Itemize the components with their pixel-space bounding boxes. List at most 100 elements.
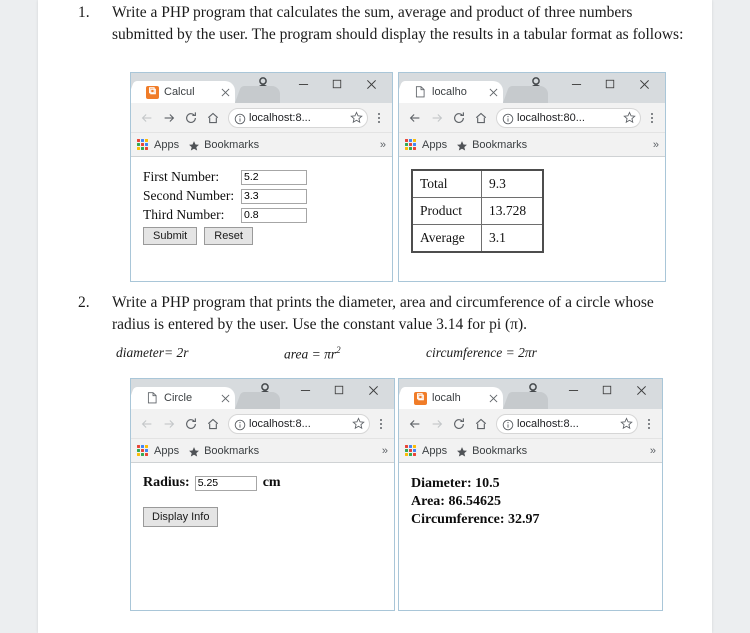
back-arrow-icon[interactable] [136, 107, 158, 129]
star-icon[interactable] [350, 111, 363, 124]
product-value: 13.728 [481, 197, 544, 225]
document-icon [414, 86, 427, 99]
three-dot-menu-icon[interactable] [373, 418, 389, 429]
three-dot-menu-icon[interactable] [644, 112, 660, 123]
new-tab-button[interactable] [244, 392, 280, 409]
tab-strip: localho [399, 80, 665, 103]
new-tab-button[interactable] [512, 392, 548, 409]
star-icon[interactable] [623, 111, 636, 124]
bookmark-apps-label[interactable]: Apps [422, 445, 447, 457]
radius-input[interactable] [194, 475, 257, 491]
three-dot-menu-icon[interactable] [371, 112, 387, 123]
forward-arrow-icon[interactable] [158, 107, 180, 129]
reload-icon[interactable] [448, 413, 470, 435]
second-number-input[interactable] [241, 188, 307, 204]
browser-toolbar: localhost:80... [399, 103, 665, 133]
apps-grid-icon[interactable] [137, 138, 149, 151]
bookmarks-label[interactable]: Bookmarks [204, 445, 259, 457]
bookmarks-overflow-icon[interactable]: » [650, 445, 656, 457]
tab-close-icon[interactable] [219, 392, 231, 404]
tab-circle[interactable]: Circle [137, 387, 235, 409]
table-row: Product 13.728 [411, 197, 544, 225]
forward-arrow-icon[interactable] [426, 107, 448, 129]
results-table: Total 9.3 Product 13.728 Average 3.1 [411, 169, 544, 253]
address-bar[interactable]: localhost:80... [496, 107, 641, 128]
bookmark-star-icon [188, 445, 200, 457]
info-circle-icon[interactable] [234, 418, 246, 430]
star-icon[interactable] [352, 417, 365, 430]
display-info-button[interactable]: Display Info [143, 507, 219, 528]
area-formula: area = πr2 [284, 345, 341, 363]
browser-toolbar: localhost:8... [399, 409, 662, 439]
tab-close-icon[interactable] [219, 86, 231, 98]
back-arrow-icon[interactable] [136, 413, 158, 435]
tab-strip: Circle [131, 386, 394, 409]
bookmark-apps-label[interactable]: Apps [154, 139, 179, 151]
radius-label: Radius: [143, 475, 190, 490]
average-value: 3.1 [481, 224, 544, 253]
browser-window-circle-form: Circle localhost:8... Apps Bookmarks » R… [130, 378, 395, 611]
bookmark-apps-label[interactable]: Apps [154, 445, 179, 457]
apps-grid-icon[interactable] [405, 444, 417, 457]
address-bar[interactable]: localhost:8... [228, 107, 368, 128]
average-label: Average [411, 224, 482, 253]
back-arrow-icon[interactable] [404, 107, 426, 129]
browser-window-results-table: localho localhost:80... Apps Bookmarks »… [398, 72, 666, 282]
info-circle-icon[interactable] [502, 112, 514, 124]
page-viewport: Diameter: 10.5 Area: 86.54625 Circumfere… [399, 463, 662, 610]
circumference-result: Circumference: 32.97 [411, 511, 540, 527]
table-row: Average 3.1 [411, 224, 544, 253]
bookmark-star-icon [456, 139, 468, 151]
radius-unit-label: cm [262, 475, 281, 490]
info-circle-icon[interactable] [234, 112, 246, 124]
diameter-formula: diameter= 2r [116, 345, 189, 360]
tab-localhost[interactable]: localho [405, 81, 503, 103]
bookmarks-label[interactable]: Bookmarks [472, 139, 527, 151]
reset-button[interactable]: Reset [204, 227, 253, 246]
home-icon[interactable] [470, 413, 492, 435]
home-icon[interactable] [202, 107, 224, 129]
tab-localhost-results[interactable]: ⧉ localh [405, 387, 503, 409]
star-icon[interactable] [620, 417, 633, 430]
third-number-input[interactable] [241, 207, 307, 223]
apps-grid-icon[interactable] [137, 444, 149, 457]
info-circle-icon[interactable] [502, 418, 514, 430]
forward-arrow-icon[interactable] [158, 413, 180, 435]
tab-close-icon[interactable] [487, 86, 499, 98]
bookmarks-label[interactable]: Bookmarks [204, 139, 259, 151]
diameter-result: Diameter: 10.5 [411, 476, 500, 491]
address-bar[interactable]: localhost:8... [496, 413, 638, 434]
document-icon [146, 392, 159, 405]
bookmarks-overflow-icon[interactable]: » [382, 445, 388, 457]
question-2-number: 2. [78, 294, 90, 311]
reload-icon[interactable] [448, 107, 470, 129]
bookmark-star-icon [456, 445, 468, 457]
home-icon[interactable] [202, 413, 224, 435]
tab-calculator[interactable]: ⧉ Calcul [137, 81, 235, 103]
submit-button[interactable]: Submit [143, 227, 198, 246]
tab-close-icon[interactable] [487, 392, 499, 404]
bookmarks-overflow-icon[interactable]: » [653, 139, 659, 151]
browser-window-calculator-form: ⧉ Calcul localhost:8... Apps Bookmarks »… [130, 72, 393, 282]
new-tab-button[interactable] [244, 86, 280, 103]
form-row: Third Number: [143, 207, 382, 223]
reload-icon[interactable] [180, 413, 202, 435]
form-buttons: Submit Reset [143, 227, 382, 246]
first-number-input[interactable] [241, 169, 307, 185]
back-arrow-icon[interactable] [404, 413, 426, 435]
bookmark-apps-label[interactable]: Apps [422, 139, 447, 151]
tab-strip: ⧉ localh [399, 386, 662, 409]
browser-toolbar: localhost:8... [131, 103, 392, 133]
bookmarks-bar: Apps Bookmarks » [131, 133, 392, 157]
three-dot-menu-icon[interactable] [641, 418, 657, 429]
address-bar[interactable]: localhost:8... [228, 413, 370, 434]
bookmarks-overflow-icon[interactable]: » [380, 139, 386, 151]
home-icon[interactable] [470, 107, 492, 129]
form-row: First Number: [143, 169, 382, 185]
forward-arrow-icon[interactable] [426, 413, 448, 435]
apps-grid-icon[interactable] [405, 138, 417, 151]
xampp-icon: ⧉ [146, 85, 159, 99]
new-tab-button[interactable] [512, 86, 548, 103]
bookmarks-label[interactable]: Bookmarks [472, 445, 527, 457]
reload-icon[interactable] [180, 107, 202, 129]
